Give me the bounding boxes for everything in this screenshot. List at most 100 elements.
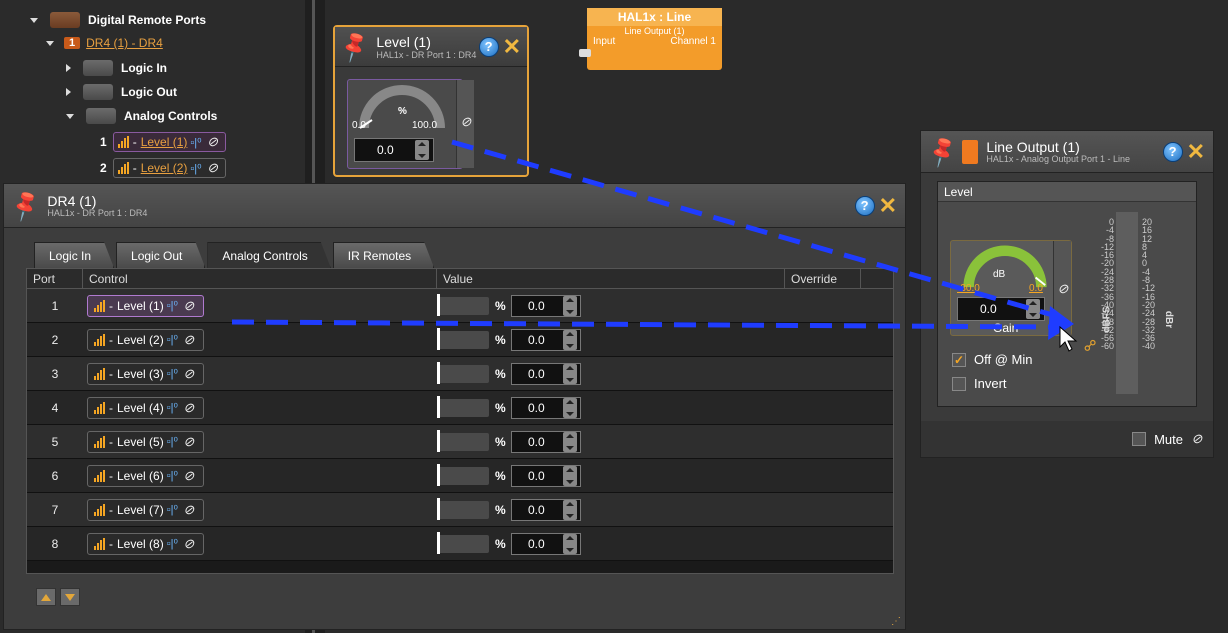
col-value[interactable]: Value — [437, 269, 785, 288]
table-row[interactable]: 7 - Level (7) ▫|⁰ ⊘ % 0.0 — [27, 493, 893, 527]
link-icon[interactable]: ⊘ — [181, 366, 197, 382]
expand-icon[interactable] — [46, 40, 54, 46]
tree-root[interactable]: Digital Remote Ports — [30, 9, 206, 31]
value-field[interactable]: 0.0 — [511, 498, 581, 521]
link-icon[interactable]: ⊘ — [181, 468, 197, 484]
level-node[interactable]: 📌 Level (1) HAL1x - DR Port 1 : DR4 ? ✕ … — [333, 25, 529, 177]
value-slider[interactable] — [437, 429, 489, 452]
device-link[interactable]: DR4 (1) - DR4 — [86, 36, 163, 50]
expand-icon[interactable] — [66, 113, 74, 119]
value-field[interactable]: 0.0 — [511, 464, 581, 487]
level-link[interactable]: Level (1) — [141, 135, 188, 149]
pin-icon[interactable]: 📌 — [924, 133, 961, 169]
link-icon[interactable]: ⊘ — [205, 134, 221, 150]
link-icon[interactable]: ⊘ — [181, 434, 197, 450]
col-control[interactable]: Control — [83, 269, 437, 288]
hal-line-node[interactable]: HAL1x : Line Line Output (1) Input Chann… — [579, 8, 722, 70]
table-row[interactable]: 5 - Level (5) ▫|⁰ ⊘ % 0.0 — [27, 425, 893, 459]
line-output-header[interactable]: 📌 Line Output (1) HAL1x - Analog Output … — [921, 131, 1213, 173]
mute-checkbox[interactable] — [1132, 432, 1147, 446]
value-slider[interactable] — [437, 463, 489, 486]
value-spinner[interactable] — [563, 465, 577, 486]
tab-logic-in[interactable]: Logic In — [34, 242, 114, 268]
value-slider[interactable] — [437, 497, 489, 520]
value-field[interactable]: 0.0 — [511, 430, 581, 453]
invert-row[interactable]: Invert — [952, 376, 1007, 391]
gain-spinner[interactable] — [1026, 299, 1040, 319]
pin-icon[interactable]: 📌 — [7, 187, 44, 223]
tree-logic-out[interactable]: Logic Out — [66, 81, 177, 103]
pin-icon[interactable]: 📌 — [336, 28, 373, 64]
level-chip[interactable]: - Level (1) ▫|⁰ ⊘ — [112, 132, 226, 152]
dr4-dialog-header[interactable]: 📌 DR4 (1) HAL1x - DR Port 1 : DR4 ? ✕ — [4, 184, 905, 228]
help-icon[interactable]: ? — [478, 36, 499, 57]
table-row[interactable]: 3 - Level (3) ▫|⁰ ⊘ % 0.0 — [27, 357, 893, 391]
tab-analog-controls[interactable]: Analog Controls — [207, 242, 330, 268]
link-icon[interactable]: ⊘ — [205, 160, 221, 176]
gain-knob[interactable]: dB -30.0 0.0 0.0 Gain ⊘ — [950, 240, 1072, 336]
tree-device[interactable]: 1 DR4 (1) - DR4 — [46, 32, 163, 54]
tab-logic-out[interactable]: Logic Out — [116, 242, 205, 268]
link-icon[interactable]: ⊘ — [1055, 281, 1071, 297]
value-slider[interactable] — [437, 395, 489, 418]
control-chip[interactable]: - Level (8) ▫|⁰ ⊘ — [87, 532, 204, 555]
control-chip[interactable]: - Level (6) ▫|⁰ ⊘ — [87, 464, 204, 487]
value-slider[interactable] — [437, 361, 489, 384]
tree-logic-in[interactable]: Logic In — [66, 57, 167, 79]
collapse-icon[interactable] — [66, 88, 71, 96]
link-icon[interactable]: ⊘ — [181, 298, 197, 314]
value-spinner[interactable] — [563, 499, 577, 520]
value-field[interactable]: 0.0 — [511, 294, 581, 317]
value-field[interactable]: 0.0 — [511, 396, 581, 419]
collapse-icon[interactable] — [66, 64, 71, 72]
value-field[interactable]: 0.0 — [511, 532, 581, 555]
control-chip[interactable]: - Level (3) ▫|⁰ ⊘ — [87, 362, 204, 385]
link-icon[interactable]: ⊘ — [458, 114, 474, 130]
col-override[interactable]: Override — [785, 269, 861, 288]
side-link-strip[interactable]: ⊘ — [456, 80, 474, 168]
link-icon[interactable]: ⊘ — [181, 502, 197, 518]
close-icon[interactable]: ✕ — [1187, 140, 1205, 162]
value-spinner[interactable] — [563, 363, 577, 384]
link-icon[interactable]: ⊘ — [181, 400, 197, 416]
tree-level-item-2[interactable]: 2 - Level (2) ▫|⁰ ⊘ — [100, 157, 226, 179]
close-icon[interactable]: ✕ — [503, 35, 521, 57]
value-spinner[interactable] — [563, 533, 577, 554]
tree-analog-controls[interactable]: Analog Controls — [66, 105, 217, 127]
value-spinner[interactable] — [563, 329, 577, 350]
table-row[interactable]: 4 - Level (4) ▫|⁰ ⊘ % 0.0 — [27, 391, 893, 425]
tab-ir-remotes[interactable]: IR Remotes — [333, 242, 434, 268]
invert-checkbox[interactable] — [952, 376, 966, 391]
value-spinner[interactable] — [563, 295, 577, 316]
value-spinner[interactable] — [563, 431, 577, 452]
tree-level-item-1[interactable]: 1 - Level (1) ▫|⁰ ⊘ — [100, 131, 226, 153]
expand-icon[interactable] — [30, 17, 38, 23]
off-at-min-checkbox[interactable]: ✓ — [952, 352, 966, 367]
off-at-min-row[interactable]: ✓ Off @ Min — [952, 352, 1032, 367]
level-value-field[interactable]: 0.0 — [354, 138, 434, 162]
gain-value-field[interactable]: 0.0 — [957, 297, 1045, 321]
input-port-connector[interactable] — [579, 49, 591, 57]
link-icon[interactable]: ⊘ — [1189, 431, 1205, 447]
table-row[interactable]: 8 - Level (8) ▫|⁰ ⊘ % 0.0 — [27, 527, 893, 561]
level-knob[interactable]: % 0.0 100.0 0.0 ⊘ — [347, 79, 474, 169]
value-spinner[interactable] — [415, 140, 429, 160]
control-chip[interactable]: - Level (1) ▫|⁰ ⊘ — [87, 294, 204, 317]
col-port[interactable]: Port — [27, 269, 83, 288]
level-node-header[interactable]: 📌 Level (1) HAL1x - DR Port 1 : DR4 ? ✕ — [335, 27, 527, 67]
resize-grip-icon[interactable]: ⋰ — [891, 616, 901, 627]
value-spinner[interactable] — [563, 397, 577, 418]
value-field[interactable]: 0.0 — [511, 362, 581, 385]
value-slider[interactable] — [437, 531, 489, 554]
link-icon[interactable]: ⊘ — [181, 332, 197, 348]
table-row[interactable]: 6 - Level (6) ▫|⁰ ⊘ % 0.0 — [27, 459, 893, 493]
level-chip[interactable]: - Level (2) ▫|⁰ ⊘ — [112, 158, 226, 178]
control-chip[interactable]: - Level (2) ▫|⁰ ⊘ — [87, 328, 204, 351]
value-slider[interactable] — [437, 293, 489, 316]
value-slider[interactable] — [437, 327, 489, 350]
gain-link-strip[interactable]: ⊘ — [1053, 241, 1071, 335]
level-link[interactable]: Level (2) — [141, 161, 188, 175]
table-row[interactable]: 2 - Level (2) ▫|⁰ ⊘ % 0.0 — [27, 323, 893, 357]
value-field[interactable]: 0.0 — [511, 328, 581, 351]
control-chip[interactable]: - Level (5) ▫|⁰ ⊘ — [87, 430, 204, 453]
